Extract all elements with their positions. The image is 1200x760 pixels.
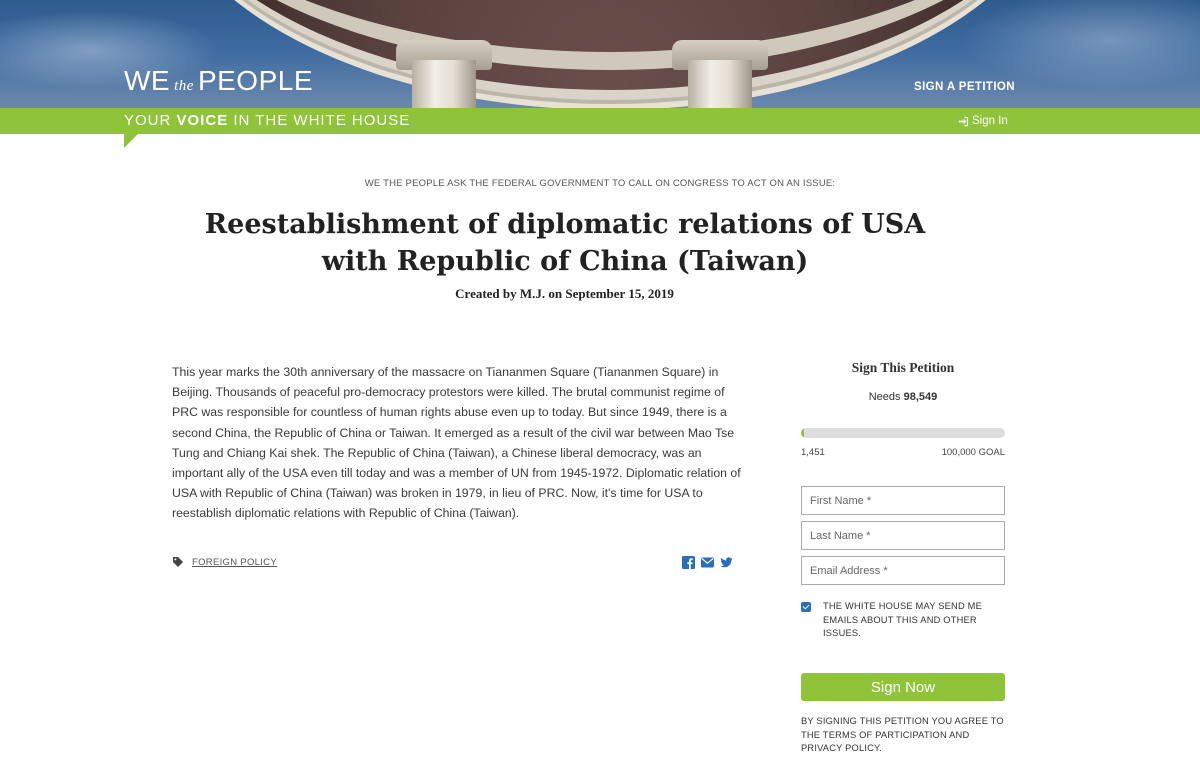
column: [688, 60, 752, 108]
first-name-field[interactable]: [801, 486, 1005, 515]
sign-a-petition-link[interactable]: SIGN A PETITION: [914, 81, 1015, 93]
signature-count: 1,451: [801, 447, 825, 458]
signature-progress-fill: [801, 428, 805, 438]
logo-the: the: [174, 78, 194, 94]
email-icon[interactable]: [701, 556, 714, 569]
we-the-people-logo[interactable]: WE the PEOPLE: [124, 66, 313, 101]
petition-body: This year marks the 30th anniversary of …: [172, 365, 741, 521]
sign-now-button[interactable]: Sign Now: [801, 673, 1005, 701]
progress-labels: 1,451 100,000 GOAL: [801, 447, 1005, 458]
sign-in-link[interactable]: Sign In: [958, 115, 1008, 127]
tagline-bar: YOUR VOICE IN THE WHITE HOUSE Sign In: [0, 108, 1200, 148]
petition-title-line2: with Republic of China (Taiwan): [321, 246, 809, 277]
petition-title: Reestablishment of diplomatic relations …: [200, 206, 930, 280]
logo-people: PEOPLE: [197, 65, 313, 96]
sign-panel-heading: Sign This Petition: [851, 360, 955, 375]
column: [412, 60, 476, 108]
tagline: YOUR VOICE IN THE WHITE HOUSE: [124, 112, 410, 129]
tagline-bold: VOICE: [176, 112, 229, 129]
needs-label: Needs: [868, 391, 904, 403]
needs-value: 98,549: [903, 391, 938, 403]
tagline-arrow: [124, 134, 138, 148]
tagline-post: IN THE WHITE HOUSE: [228, 112, 411, 129]
signatures-needed: Needs 98,549: [801, 391, 1005, 403]
header-banner: WE the PEOPLE SIGN A PETITION: [0, 0, 1200, 108]
tag-icon: [173, 557, 183, 567]
petition-ask-line: WE THE PEOPLE ASK THE FEDERAL GOVERNMENT…: [364, 178, 836, 189]
last-name-field[interactable]: [801, 521, 1005, 550]
tag-foreign-policy[interactable]: FOREIGN POLICY: [192, 557, 277, 568]
petition-tags: FOREIGN POLICY: [172, 556, 277, 568]
tagline-pre: YOUR: [124, 112, 177, 129]
signature-progress-bar: [801, 428, 1005, 438]
twitter-icon[interactable]: [720, 556, 733, 569]
facebook-icon[interactable]: [682, 556, 695, 569]
sign-in-icon: [958, 116, 969, 126]
share-icons: [682, 556, 733, 569]
terms-notice: BY SIGNING THIS PETITION YOU AGREE TO TH…: [801, 716, 1004, 753]
petition-title-line1: Reestablishment of diplomatic relations …: [204, 209, 926, 240]
email-field[interactable]: [801, 556, 1005, 585]
email-optin-label: THE WHITE HOUSE MAY SEND ME EMAILS ABOUT…: [823, 601, 982, 638]
email-optin-checkbox[interactable]: [801, 602, 811, 612]
logo-we: WE: [124, 65, 171, 96]
petition-created-by: Created by M.J. on September 15, 2019: [455, 286, 674, 301]
sign-petition-panel: Sign This Petition Needs 98,549 1,451 10…: [801, 360, 1005, 753]
signature-goal: 100,000 GOAL: [941, 447, 1005, 458]
sign-in-label: Sign In: [972, 115, 1008, 127]
email-optin: THE WHITE HOUSE MAY SEND ME EMAILS ABOUT…: [801, 600, 1005, 641]
sky-cloud: [960, 0, 1200, 90]
